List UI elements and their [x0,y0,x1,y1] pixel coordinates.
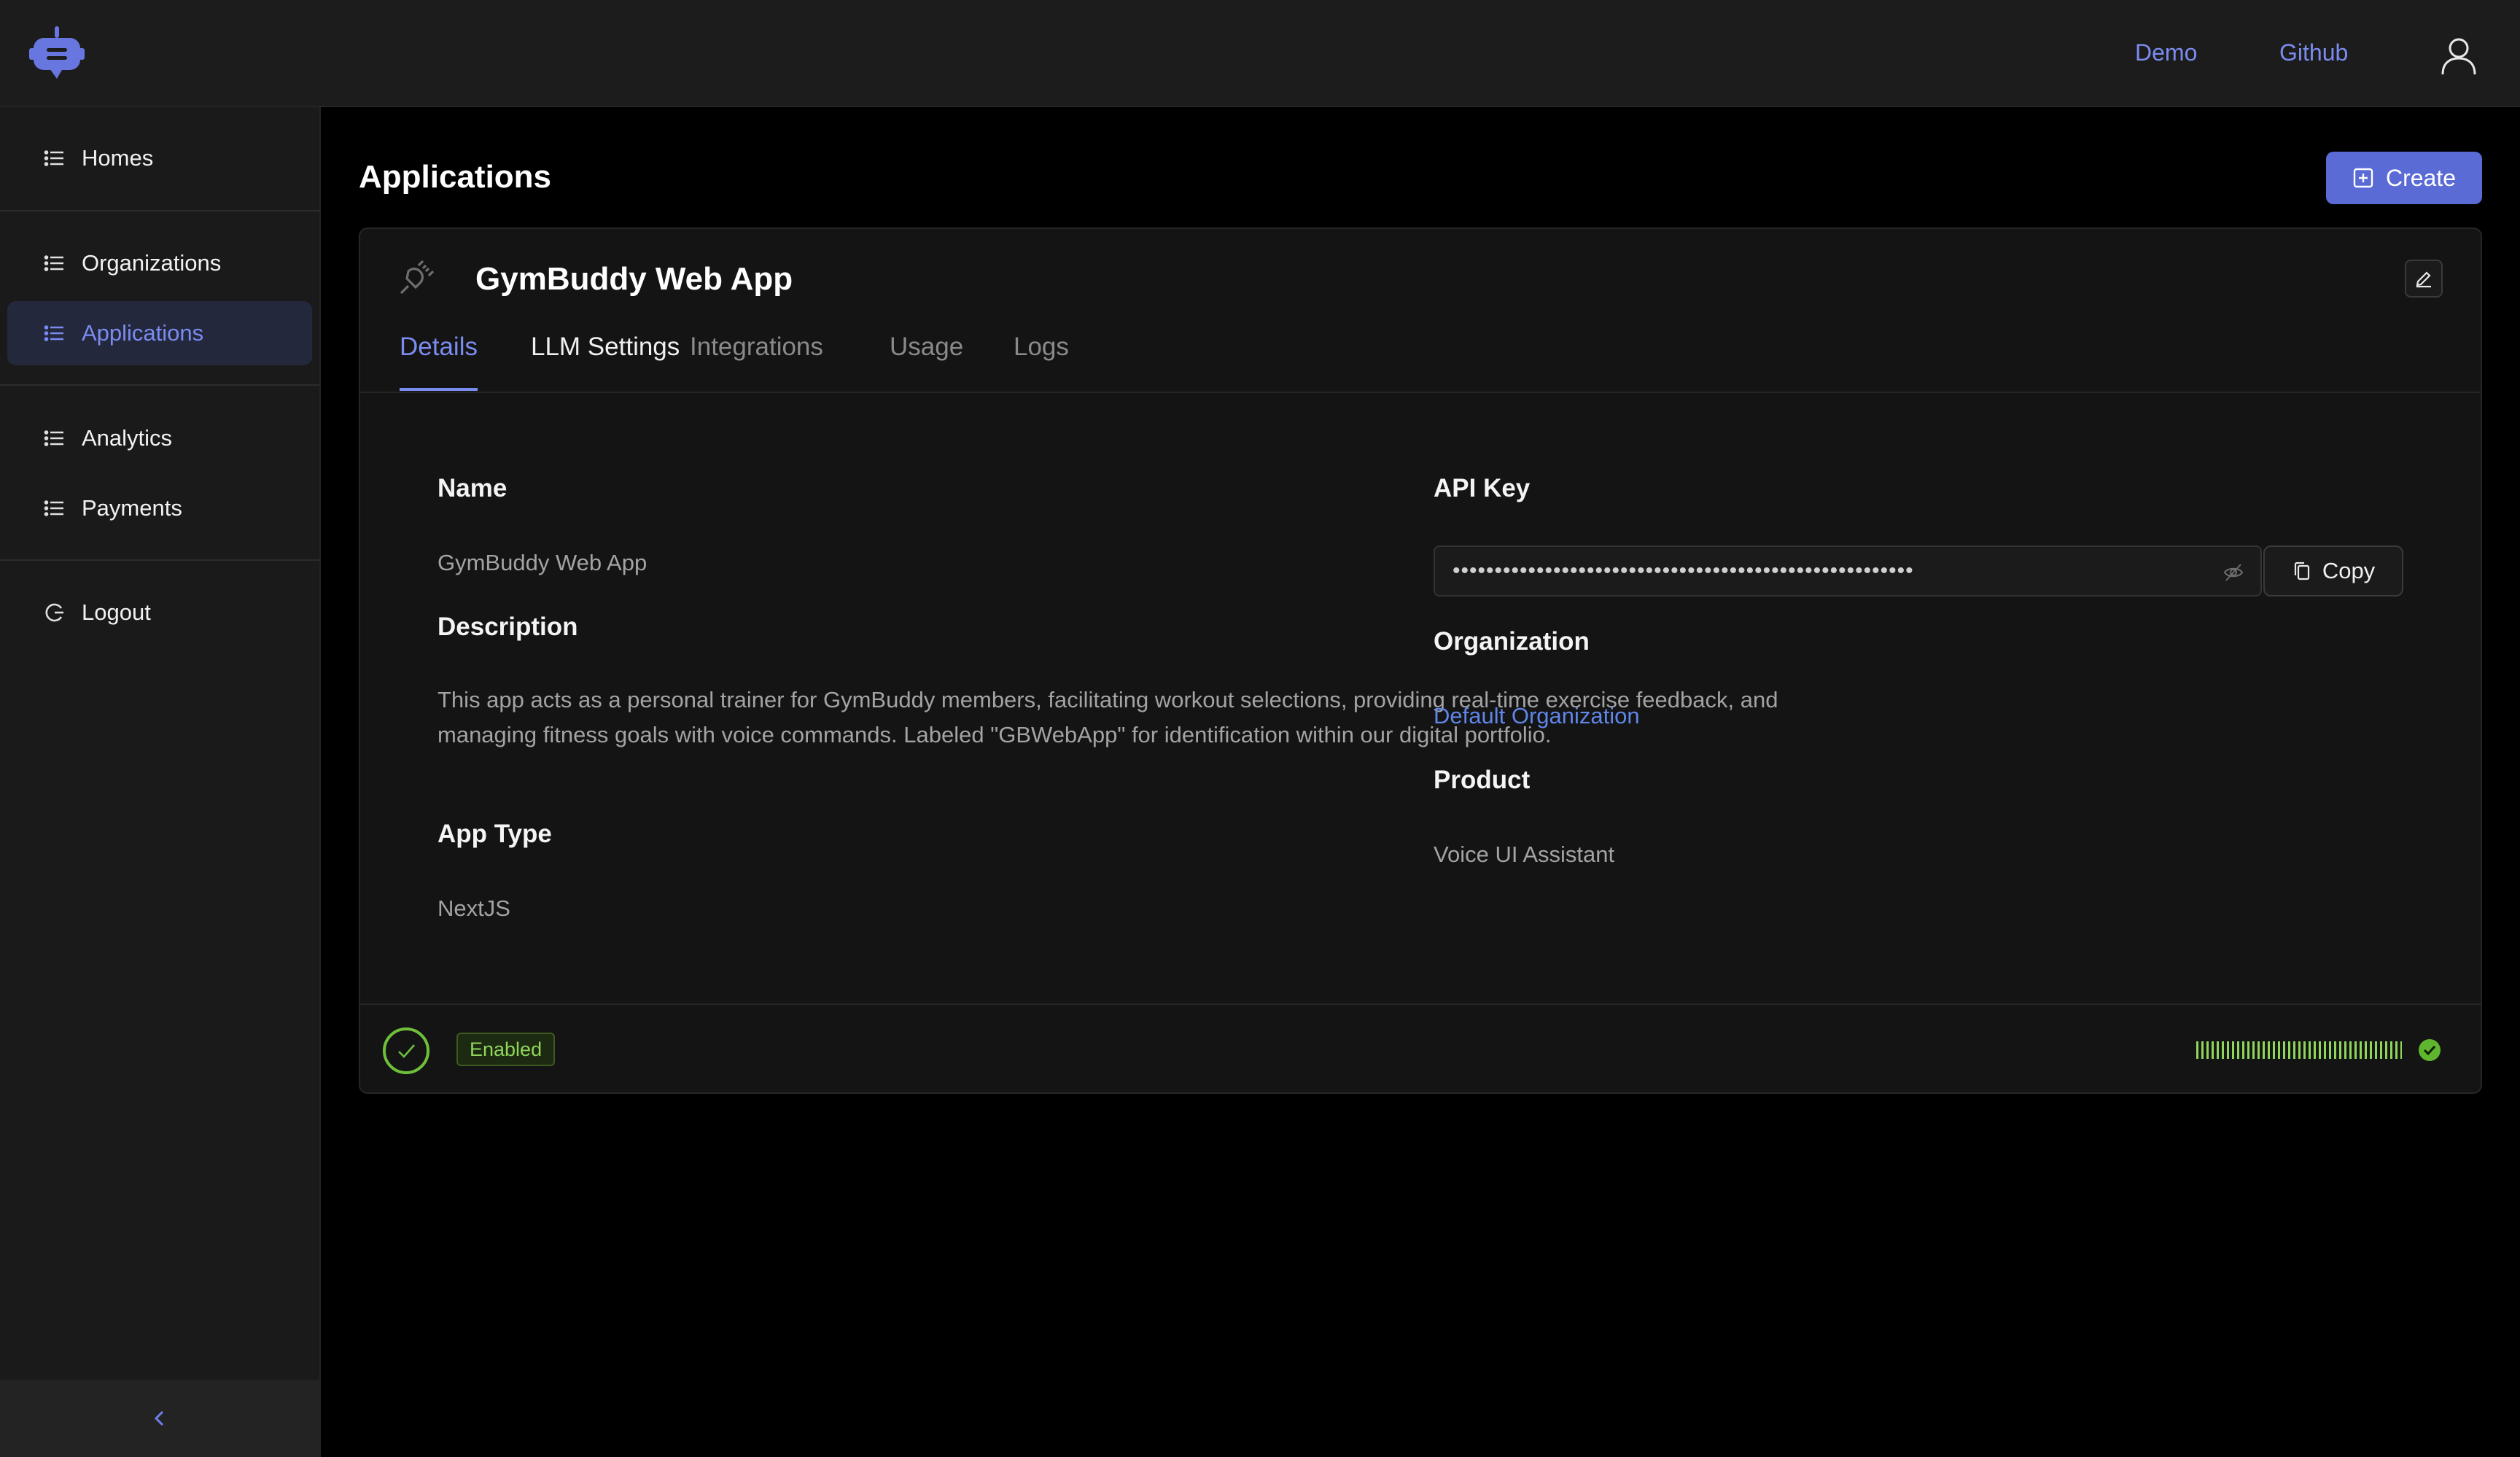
api-key-label: API Key [1434,474,1531,502]
copy-button[interactable]: Copy [2263,545,2403,597]
app-type-value: NextJS [438,895,510,921]
sidebar: Homes Organizations Applications Analyti… [0,107,321,1457]
api-key-masked-value: ••••••••••••••••••••••••••••••••••••••••… [1452,559,1914,583]
name-label: Name [438,474,508,502]
github-link[interactable]: Github [2279,39,2348,66]
create-button[interactable]: Create [2326,152,2482,204]
sidebar-item-label: Applications [82,320,204,346]
organization-link[interactable]: Default Organization [1434,703,1640,729]
create-button-label: Create [2385,164,2457,191]
sidebar-collapse-button[interactable] [0,1380,319,1457]
chevron-left-icon [154,1410,164,1426]
edit-button[interactable] [2405,260,2443,298]
list-icon [44,500,63,516]
sidebar-divider [0,210,319,211]
page-title: Applications [359,159,552,195]
tab-llm-settings[interactable]: LLM Settings [531,333,680,391]
status-badge: Enabled [456,1033,556,1066]
product-label: Product [1434,766,1531,794]
pencil-icon [2416,271,2431,288]
tab-details[interactable]: Details [400,333,478,391]
sidebar-item-label: Payments [82,495,182,521]
sidebar-divider [0,559,319,561]
sidebar-item-analytics[interactable]: Analytics [7,406,312,470]
product-value: Voice UI Assistant [1434,842,1615,867]
sidebar-item-organizations[interactable]: Organizations [7,231,312,295]
tab-usage[interactable]: Usage [890,333,963,391]
name-value: GymBuddy Web App [438,550,648,575]
sidebar-item-applications[interactable]: Applications [7,301,312,365]
eye-off-icon[interactable] [2222,562,2244,583]
sidebar-item-payments[interactable]: Payments [7,476,312,540]
description-label: Description [438,613,578,641]
check-circle-icon [383,1027,429,1074]
organization-label: Organization [1434,627,1590,656]
list-icon [44,255,63,271]
sidebar-item-label: Organizations [82,250,222,276]
plug-icon [400,260,435,295]
card-footer: Enabled [360,1003,2481,1092]
list-icon [44,430,63,446]
robot-logo-icon[interactable] [28,25,86,83]
list-icon [44,150,63,166]
list-icon [44,325,63,341]
sidebar-item-label: Analytics [82,425,173,451]
tab-integrations[interactable]: Integrations [690,333,823,391]
sidebar-item-label: Logout [82,599,151,625]
sidebar-item-label: Homes [82,145,154,171]
api-key-field[interactable]: ••••••••••••••••••••••••••••••••••••••••… [1434,545,2262,597]
app-type-label: App Type [438,820,552,848]
activity-sparkline [2196,1041,2402,1059]
copy-icon [2294,562,2309,580]
top-bar: Demo Github [0,0,2520,107]
application-name-title: GymBuddy Web App [475,261,793,297]
check-badge-icon [2419,1039,2441,1061]
sidebar-item-logout[interactable]: Logout [7,580,312,645]
copy-button-label: Copy [2322,558,2376,583]
application-card: GymBuddy Web App Details LLM Settings In… [359,228,2482,1094]
tab-logs[interactable]: Logs [1014,333,1069,391]
demo-link[interactable]: Demo [2135,39,2197,66]
plus-square-icon [2353,168,2373,188]
sidebar-item-homes[interactable]: Homes [7,126,312,190]
logout-icon [45,603,63,622]
user-icon[interactable] [2438,35,2479,76]
sidebar-divider [0,384,319,386]
tabs-divider [360,392,2481,393]
